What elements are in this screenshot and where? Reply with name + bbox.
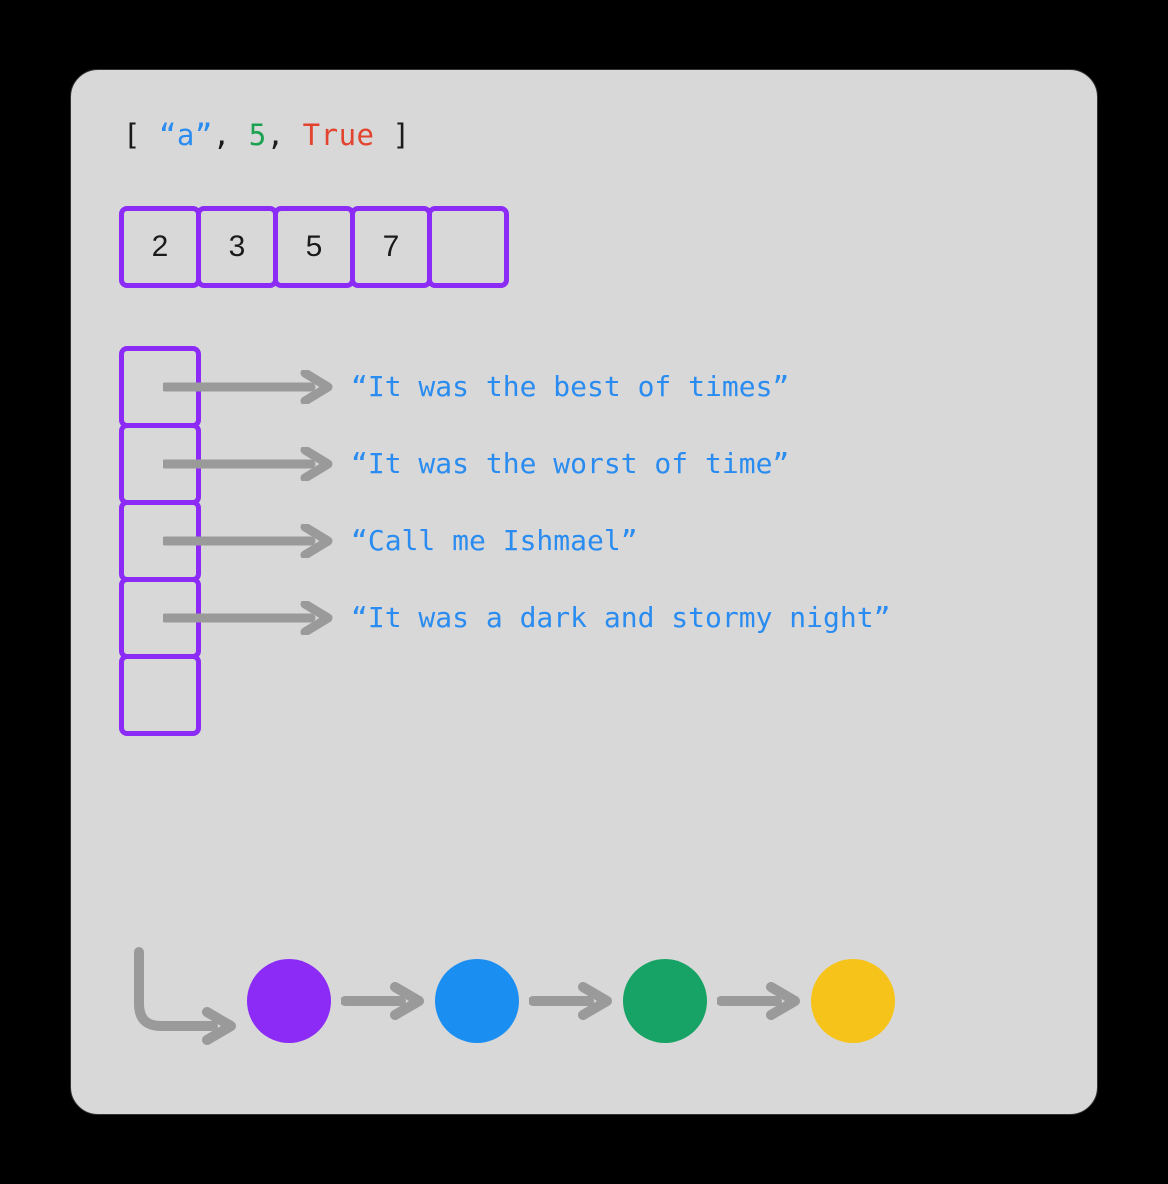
array-cell: 5: [273, 206, 355, 288]
open-bracket: [: [123, 118, 141, 152]
literal-number-token: 5: [249, 118, 267, 152]
pointer-target-string: “It was the worst of time”: [351, 447, 789, 480]
arrow-right-icon: [341, 982, 425, 1020]
arrow-right-icon: [717, 982, 801, 1020]
literal-bool-token: True: [303, 118, 375, 152]
pointer-row: “Call me Ishmael”: [201, 502, 890, 579]
pointer-target-string: “Call me Ishmael”: [351, 524, 638, 557]
diagram-panel: [ “a”, 5, True ] 2 3 5 7 “It was the b: [70, 69, 1098, 1115]
pointer-row: “It was the best of times”: [201, 348, 890, 425]
linked-list-node: [623, 959, 707, 1043]
linked-list-node: [811, 959, 895, 1043]
array-cell: 2: [119, 206, 201, 288]
pointer-row: “It was a dark and stormy night”: [201, 579, 890, 656]
pointer-row: “It was the worst of time”: [201, 425, 890, 502]
array-cell: 3: [196, 206, 278, 288]
close-bracket: ]: [392, 118, 410, 152]
linked-list-node: [435, 959, 519, 1043]
linked-list-node: [247, 959, 331, 1043]
linked-list: [121, 946, 901, 1056]
pointer-array-section: “It was the best of times” “It was the w…: [119, 346, 1053, 736]
arrow-right-icon: [163, 370, 333, 404]
pointer-rows: “It was the best of times” “It was the w…: [201, 346, 890, 656]
arrow-right-icon: [163, 447, 333, 481]
literal-string-token: “a”: [159, 118, 213, 152]
curved-arrow-icon: [121, 946, 241, 1056]
array-cell: 7: [350, 206, 432, 288]
arrow-right-icon: [163, 524, 333, 558]
arrow-right-icon: [163, 601, 333, 635]
arrow-right-icon: [529, 982, 613, 1020]
list-literal: [ “a”, 5, True ]: [123, 118, 1053, 152]
pointer-target-string: “It was the best of times”: [351, 370, 789, 403]
pointer-target-string: “It was a dark and stormy night”: [351, 601, 890, 634]
comma-1: ,: [213, 118, 231, 152]
array-cell: [427, 206, 509, 288]
array-cell: [119, 654, 201, 736]
horizontal-array: 2 3 5 7: [119, 206, 1053, 288]
comma-2: ,: [267, 118, 285, 152]
